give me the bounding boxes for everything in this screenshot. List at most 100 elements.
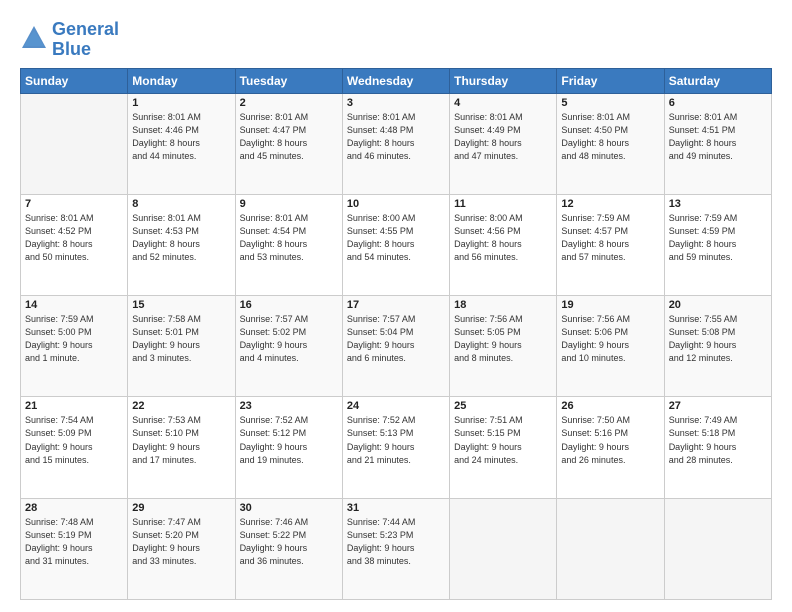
day-info: Sunrise: 8:01 AMSunset: 4:51 PMDaylight:… (669, 111, 767, 163)
calendar-cell: 10 Sunrise: 8:00 AMSunset: 4:55 PMDayligh… (342, 194, 449, 295)
day-number: 10 (347, 198, 445, 210)
calendar-cell: 23Sunrise: 7:52 AMSunset: 5:12 PMDayligh… (235, 397, 342, 498)
day-number: 28 (25, 502, 123, 514)
col-sunday: Sunday (21, 68, 128, 93)
col-thursday: Thursday (450, 68, 557, 93)
day-number: 2 (240, 97, 338, 109)
calendar-page: General Blue Sunday Monday Tuesday Wedne… (0, 0, 792, 612)
calendar-cell: 5Sunrise: 8:01 AMSunset: 4:50 PMDaylight… (557, 93, 664, 194)
calendar-cell: 21 Sunrise: 7:54 AMSunset: 5:09 PMDayligh… (21, 397, 128, 498)
day-number: 25 (454, 400, 552, 412)
day-info: Sunrise: 7:51 AMSunset: 5:15 PMDaylight:… (454, 414, 552, 466)
calendar-cell: 26Sunrise: 7:50 AMSunset: 5:16 PMDayligh… (557, 397, 664, 498)
day-number: 6 (669, 97, 767, 109)
day-info: Sunrise: 7:53 AMSunset: 5:10 PMDaylight:… (132, 414, 230, 466)
day-info: Sunrise: 8:00 AMSunset: 4:55 PMDaylight:… (347, 212, 445, 264)
calendar-cell: 3 Sunrise: 8:01 AMSunset: 4:48 PMDaylight… (342, 93, 449, 194)
day-number: 9 (240, 198, 338, 210)
day-info: Sunrise: 7:57 AMSunset: 5:02 PMDaylight:… (240, 313, 338, 365)
calendar-cell (664, 498, 771, 599)
day-number: 11 (454, 198, 552, 210)
day-info: Sunrise: 7:57 AMSunset: 5:04 PMDaylight:… (347, 313, 445, 365)
calendar-cell: 1 Sunrise: 8:01 AMSunset: 4:46 PMDaylight… (128, 93, 235, 194)
calendar-cell: 22 Sunrise: 7:53 AMSunset: 5:10 PMDayligh… (128, 397, 235, 498)
col-wednesday: Wednesday (342, 68, 449, 93)
calendar-cell: 17Sunrise: 7:57 AMSunset: 5:04 PMDayligh… (342, 296, 449, 397)
day-number: 1 (132, 97, 230, 109)
day-info: Sunrise: 7:59 AMSunset: 4:59 PMDaylight:… (669, 212, 767, 264)
calendar-cell: 14Sunrise: 7:59 AMSunset: 5:00 PMDayligh… (21, 296, 128, 397)
day-number: 7 (25, 198, 123, 210)
day-info: Sunrise: 8:01 AMSunset: 4:53 PMDaylight:… (132, 212, 230, 264)
day-number: 27 (669, 400, 767, 412)
day-info: Sunrise: 7:50 AMSunset: 5:16 PMDaylight:… (561, 414, 659, 466)
day-info: Sunrise: 8:01 AMSunset: 4:46 PMDaylight:… (132, 111, 230, 163)
day-info: Sunrise: 7:59 AMSunset: 5:00 PMDaylight:… (25, 313, 123, 365)
header: General Blue (20, 16, 772, 60)
day-info: Sunrise: 7:55 AMSunset: 5:08 PMDaylight:… (669, 313, 767, 365)
day-info: Sunrise: 8:01 AMSunset: 4:52 PMDaylight:… (25, 212, 123, 264)
day-info: Sunrise: 7:56 AMSunset: 5:06 PMDaylight:… (561, 313, 659, 365)
day-info: Sunrise: 7:49 AMSunset: 5:18 PMDaylight:… (669, 414, 767, 466)
day-number: 21 (25, 400, 123, 412)
day-info: Sunrise: 8:00 AMSunset: 4:56 PMDaylight:… (454, 212, 552, 264)
day-number: 22 (132, 400, 230, 412)
day-info: Sunrise: 7:46 AMSunset: 5:22 PMDaylight:… (240, 516, 338, 568)
day-number: 20 (669, 299, 767, 311)
day-info: Sunrise: 7:58 AMSunset: 5:01 PMDaylight:… (132, 313, 230, 365)
day-info: Sunrise: 7:52 AMSunset: 5:13 PMDaylight:… (347, 414, 445, 466)
calendar-cell (557, 498, 664, 599)
calendar-cell: 20 Sunrise: 7:55 AMSunset: 5:08 PMDayligh… (664, 296, 771, 397)
day-number: 18 (454, 299, 552, 311)
day-info: Sunrise: 7:48 AMSunset: 5:19 PMDaylight:… (25, 516, 123, 568)
day-number: 13 (669, 198, 767, 210)
calendar-cell: 29 Sunrise: 7:47 AMSunset: 5:20 PMDayligh… (128, 498, 235, 599)
day-info: Sunrise: 7:56 AMSunset: 5:05 PMDaylight:… (454, 313, 552, 365)
logo-icon (20, 24, 48, 52)
day-number: 15 (132, 299, 230, 311)
week-row-4: 21 Sunrise: 7:54 AMSunset: 5:09 PMDayligh… (21, 397, 772, 498)
calendar-cell (21, 93, 128, 194)
day-number: 23 (240, 400, 338, 412)
calendar-cell: 8 Sunrise: 8:01 AMSunset: 4:53 PMDaylight… (128, 194, 235, 295)
week-row-1: 1 Sunrise: 8:01 AMSunset: 4:46 PMDaylight… (21, 93, 772, 194)
calendar-cell: 16 Sunrise: 7:57 AMSunset: 5:02 PMDayligh… (235, 296, 342, 397)
calendar-cell: 11 Sunrise: 8:00 AMSunset: 4:56 PMDayligh… (450, 194, 557, 295)
day-info: Sunrise: 7:59 AMSunset: 4:57 PMDaylight:… (561, 212, 659, 264)
calendar-cell: 18 Sunrise: 7:56 AMSunset: 5:05 PMDayligh… (450, 296, 557, 397)
calendar-table: Sunday Monday Tuesday Wednesday Thursday… (20, 68, 772, 600)
day-number: 30 (240, 502, 338, 514)
calendar-body: 1 Sunrise: 8:01 AMSunset: 4:46 PMDaylight… (21, 93, 772, 599)
calendar-cell: 4Sunrise: 8:01 AMSunset: 4:49 PMDaylight… (450, 93, 557, 194)
day-info: Sunrise: 8:01 AMSunset: 4:48 PMDaylight:… (347, 111, 445, 163)
day-info: Sunrise: 8:01 AMSunset: 4:49 PMDaylight:… (454, 111, 552, 163)
day-number: 16 (240, 299, 338, 311)
day-number: 3 (347, 97, 445, 109)
col-tuesday: Tuesday (235, 68, 342, 93)
day-number: 24 (347, 400, 445, 412)
day-info: Sunrise: 7:44 AMSunset: 5:23 PMDaylight:… (347, 516, 445, 568)
calendar-cell: 19Sunrise: 7:56 AMSunset: 5:06 PMDayligh… (557, 296, 664, 397)
day-number: 12 (561, 198, 659, 210)
day-number: 31 (347, 502, 445, 514)
calendar-header: Sunday Monday Tuesday Wednesday Thursday… (21, 68, 772, 93)
calendar-cell: 31 Sunrise: 7:44 AMSunset: 5:23 PMDayligh… (342, 498, 449, 599)
week-row-3: 14Sunrise: 7:59 AMSunset: 5:00 PMDayligh… (21, 296, 772, 397)
logo-text-line2: Blue (52, 40, 119, 60)
header-row: Sunday Monday Tuesday Wednesday Thursday… (21, 68, 772, 93)
day-info: Sunrise: 8:01 AMSunset: 4:54 PMDaylight:… (240, 212, 338, 264)
calendar-cell: 25 Sunrise: 7:51 AMSunset: 5:15 PMDayligh… (450, 397, 557, 498)
col-saturday: Saturday (664, 68, 771, 93)
calendar-cell: 2Sunrise: 8:01 AMSunset: 4:47 PMDaylight… (235, 93, 342, 194)
day-number: 8 (132, 198, 230, 210)
calendar-cell: 12 Sunrise: 7:59 AMSunset: 4:57 PMDayligh… (557, 194, 664, 295)
calendar-cell: 27 Sunrise: 7:49 AMSunset: 5:18 PMDayligh… (664, 397, 771, 498)
day-info: Sunrise: 7:47 AMSunset: 5:20 PMDaylight:… (132, 516, 230, 568)
calendar-cell: 6 Sunrise: 8:01 AMSunset: 4:51 PMDaylight… (664, 93, 771, 194)
day-number: 5 (561, 97, 659, 109)
col-monday: Monday (128, 68, 235, 93)
calendar-cell: 7 Sunrise: 8:01 AMSunset: 4:52 PMDaylight… (21, 194, 128, 295)
day-info: Sunrise: 7:54 AMSunset: 5:09 PMDaylight:… (25, 414, 123, 466)
logo-text-line1: General (52, 20, 119, 40)
day-number: 29 (132, 502, 230, 514)
